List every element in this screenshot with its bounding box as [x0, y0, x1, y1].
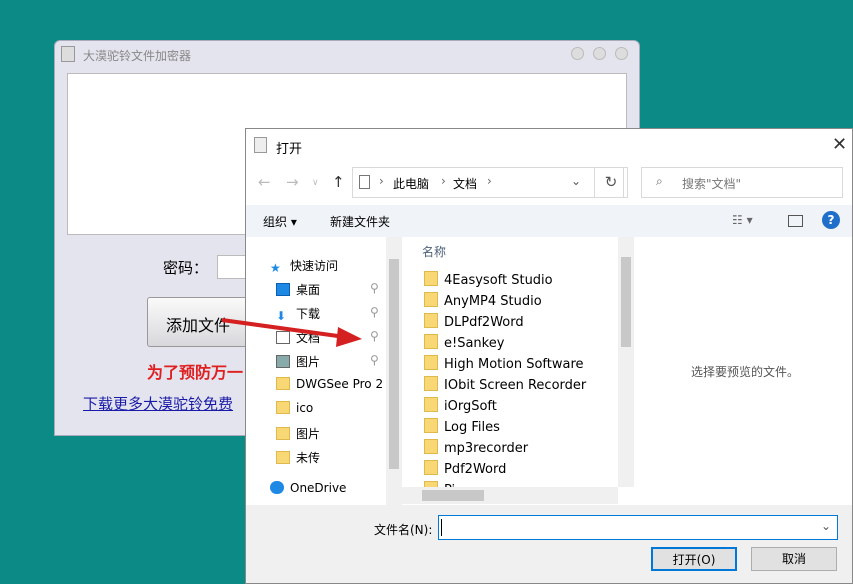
annotation-arrow [221, 318, 362, 347]
